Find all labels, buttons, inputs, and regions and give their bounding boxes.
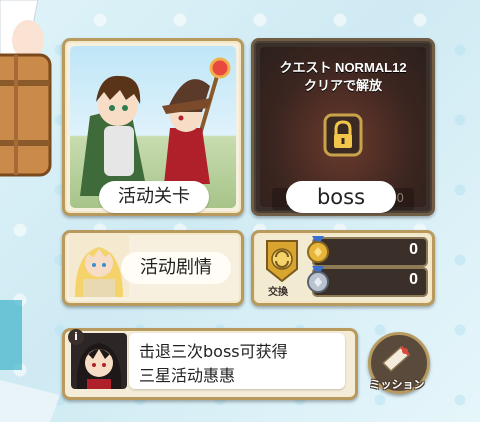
boss-stage-label: boss — [286, 181, 396, 213]
boss-stage-card[interactable]: クエスト NORMAL12 クリアで解放 所持 0 boss — [251, 38, 435, 216]
event-stage-label: 活动关卡 — [99, 181, 209, 213]
exchange-label: 交換 — [268, 287, 288, 298]
gold-medal-counter: 0 — [307, 236, 428, 267]
unlock-condition-text: クエスト NORMAL12 クリアで解放 — [254, 59, 432, 95]
owned-value: 0 — [396, 191, 404, 205]
silver-medal-counter: 0 — [307, 266, 428, 297]
info-icon: i — [68, 329, 84, 345]
event-stage-card[interactable]: 活动关卡 — [62, 38, 244, 216]
silver-medal-icon — [307, 266, 329, 293]
hint-line2: 三星活动惠惠 — [139, 366, 236, 385]
gold-medal-icon — [307, 236, 329, 263]
mission-label: ミッション — [369, 378, 425, 391]
character-arm-bucket-decoration — [0, 0, 60, 422]
hint-speech-bubble: 击退三次boss可获得 三星活动惠惠 — [129, 333, 345, 389]
hint-line1: 击退三次boss可获得 — [139, 342, 288, 361]
unlock-condition-line1: クエスト NORMAL12 — [279, 60, 407, 75]
exchange-card[interactable]: 交換 0 0 — [251, 230, 435, 306]
lock-icon — [323, 113, 363, 157]
silver-medal-count: 0 — [409, 271, 418, 288]
gold-medal-count: 0 — [409, 241, 418, 258]
hint-banner: i 击退三次boss可获得 三星活动惠惠 — [62, 328, 358, 400]
event-story-label: 活动剧情 — [121, 252, 231, 284]
story-character-portrait — [69, 233, 129, 297]
event-story-card[interactable]: 活动剧情 — [62, 230, 244, 306]
exchange-icon — [266, 240, 298, 283]
unlock-condition-line2: クリアで解放 — [303, 78, 382, 93]
